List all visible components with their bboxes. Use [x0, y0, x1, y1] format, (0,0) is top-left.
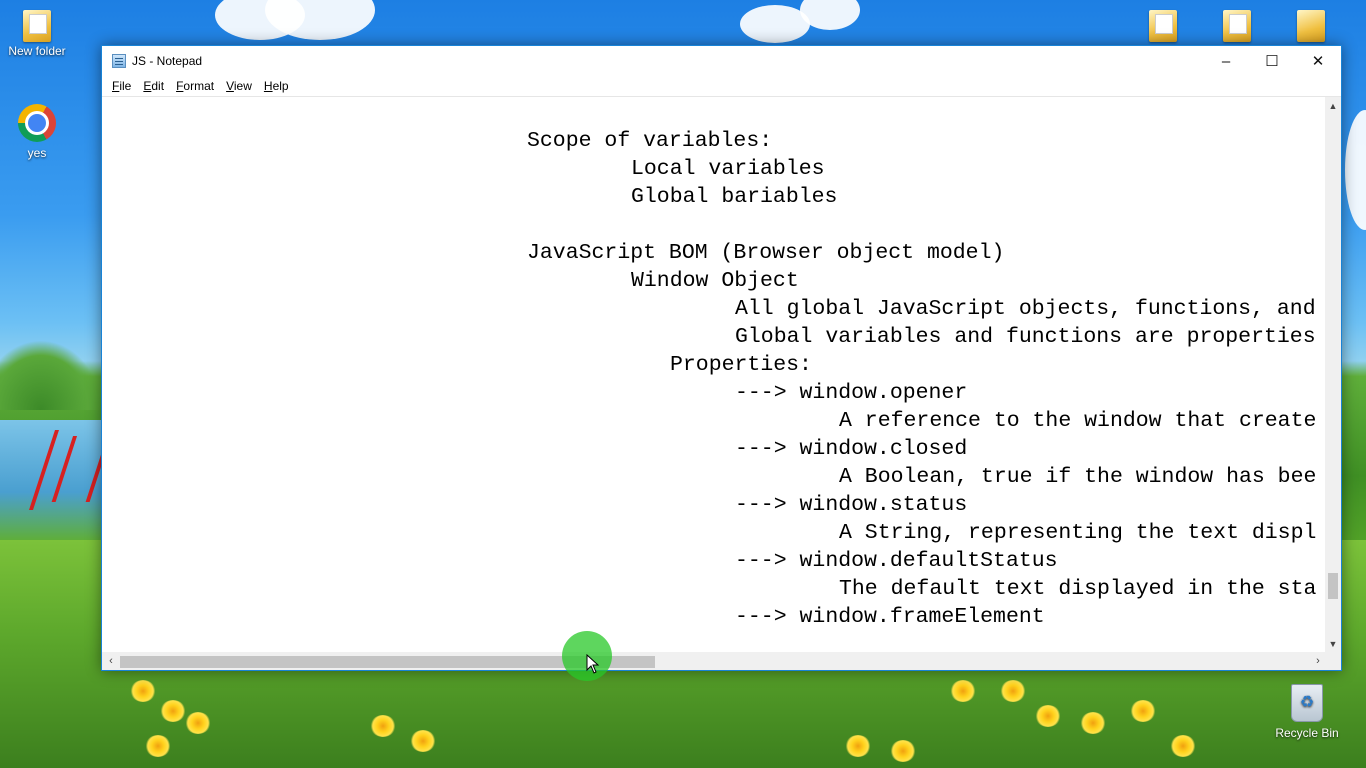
vertical-scroll-thumb[interactable]: [1328, 573, 1338, 599]
scroll-up-icon[interactable]: ▲: [1325, 99, 1341, 113]
desktop-icon-folder[interactable]: [1220, 10, 1254, 44]
title-bar[interactable]: JS - Notepad – ☐ ✕: [102, 46, 1341, 76]
text-line: Window Object: [631, 269, 799, 293]
maximize-button[interactable]: ☐: [1249, 46, 1295, 76]
close-button[interactable]: ✕: [1295, 46, 1341, 76]
recycle-bin-icon: ♻: [1291, 684, 1323, 722]
flower: [145, 735, 171, 757]
notepad-icon: [112, 54, 126, 68]
flower: [130, 680, 156, 702]
flower: [185, 712, 211, 734]
menu-format[interactable]: Format: [170, 79, 220, 93]
text-line: Scope of variables:: [527, 129, 773, 153]
flower: [845, 735, 871, 757]
desktop-icon-new-folder[interactable]: New folder: [2, 10, 72, 58]
flower: [1000, 680, 1026, 702]
menu-help[interactable]: Help: [258, 79, 295, 93]
flower: [1170, 735, 1196, 757]
desktop-icon-folder[interactable]: [1294, 10, 1328, 44]
text-line: The default text displayed in the sta: [839, 577, 1317, 601]
text-line: ---> window.frameElement: [735, 605, 1045, 629]
desktop-icon-recycle-bin[interactable]: ♻ Recycle Bin: [1272, 684, 1342, 740]
text-line: JavaScript BOM (Browser object model): [527, 241, 1005, 265]
desktop-icon-folder[interactable]: [1146, 10, 1180, 44]
chrome-icon: [18, 104, 56, 142]
window-title: JS - Notepad: [132, 54, 203, 68]
text-line: ---> window.opener: [735, 381, 968, 405]
menu-bar: File Edit Format View Help: [102, 76, 1341, 97]
flower: [1035, 705, 1061, 727]
cloud: [1345, 110, 1366, 230]
text-line: A String, representing the text displ: [839, 521, 1317, 545]
text-line: ---> window.status: [735, 493, 968, 517]
text-line: Global bariables: [631, 185, 838, 209]
text-line: ---> window.defaultStatus: [735, 549, 1058, 573]
text-line: Properties:: [670, 353, 812, 377]
flower: [890, 740, 916, 762]
vertical-scrollbar[interactable]: ▲ ▼: [1325, 97, 1341, 653]
flower: [950, 680, 976, 702]
folder-icon: [1223, 10, 1251, 42]
scroll-down-icon[interactable]: ▼: [1325, 637, 1341, 651]
resize-grip[interactable]: [1325, 652, 1341, 670]
menu-edit[interactable]: Edit: [137, 79, 170, 93]
text-line: A Boolean, true if the window has bee: [839, 465, 1317, 489]
scroll-right-icon[interactable]: ›: [1310, 652, 1326, 670]
text-line: ---> window.closed: [735, 437, 968, 461]
desktop-icon-label: New folder: [8, 44, 66, 58]
horizontal-scrollbar[interactable]: ‹ ›: [102, 652, 1327, 670]
text-line: All global JavaScript objects, functions…: [735, 297, 1316, 321]
folder-icon: [1297, 10, 1325, 42]
flower: [410, 730, 436, 752]
flower: [1130, 700, 1156, 722]
desktop-icon-chrome[interactable]: yes: [2, 104, 72, 160]
menu-view[interactable]: View: [220, 79, 258, 93]
desktop-icon-label: Recycle Bin: [1275, 726, 1339, 740]
text-line: Local variables: [631, 157, 825, 181]
notepad-window: JS - Notepad – ☐ ✕ File Edit Format View…: [101, 45, 1342, 671]
text-line: Global variables and functions are prope…: [735, 325, 1316, 349]
minimize-button[interactable]: –: [1203, 46, 1249, 76]
distant-hill: [0, 340, 102, 410]
scroll-left-icon[interactable]: ‹: [103, 652, 119, 670]
folder-icon: [1149, 10, 1177, 42]
folder-icon: [23, 10, 51, 42]
text-line: A reference to the window that create: [839, 409, 1317, 433]
menu-file[interactable]: File: [106, 79, 137, 93]
flower: [160, 700, 186, 722]
flower: [1080, 712, 1106, 734]
text-editor[interactable]: Scope of variables: Local variables Glob…: [102, 97, 1327, 653]
desktop-icon-label: yes: [27, 146, 47, 160]
flower: [370, 715, 396, 737]
